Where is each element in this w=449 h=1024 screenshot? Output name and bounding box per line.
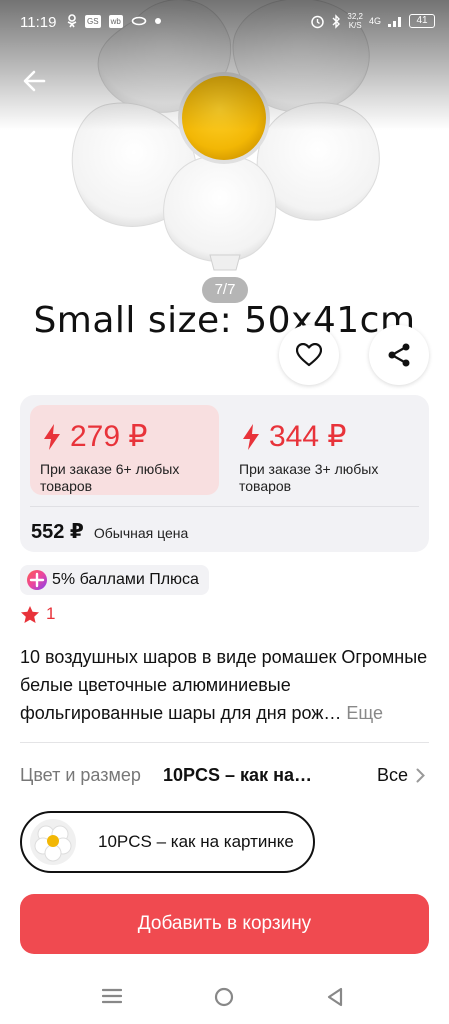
variant-option-chip[interactable]: 10PCS – как на картинке [20,811,315,873]
show-more-link[interactable]: Еще [346,703,383,723]
regular-price-value: 552 ₽ [31,521,84,543]
variant-option-label: 10PCS – как на картинке [98,832,294,851]
lightning-icon [243,423,259,450]
daisy-thumbnail-icon [34,825,72,862]
tier-condition: При заказе 6+ любых товаров [40,461,180,494]
menu-icon[interactable] [102,987,122,1005]
add-to-cart-button[interactable]: Добавить в корзину [20,894,429,954]
star-icon [21,605,39,623]
price-card: 279 ₽ При заказе 6+ любых товаров 344 ₽ … [20,395,429,552]
variant-label: Цвет и размер [20,765,141,785]
chevron-right-icon [416,768,425,783]
plus-cashback-label: 5% баллами Плюса [52,571,199,588]
variant-selector-row[interactable]: Цвет и размер 10PCS – как на… Все [20,763,429,791]
battery-icon: 41 [409,14,435,28]
tier-price: 344 ₽ [269,420,347,453]
plus-cashback-badge[interactable]: 5% баллами Плюса [20,565,209,595]
plus-logo-icon [27,570,47,590]
regular-price: 552 ₽ Обычная цена [31,519,188,544]
product-title: 10 воздушных шаров в виде ромашек Огромн… [20,643,435,727]
ok-icon [67,14,77,28]
favorite-button[interactable] [279,325,339,385]
divider [20,742,429,743]
ring-icon [131,16,147,26]
lightning-icon [44,423,60,450]
back-arrow-icon[interactable] [20,66,50,96]
network-type: 4G [368,16,381,26]
rating[interactable]: 1 [20,604,55,624]
bluetooth-icon [332,13,341,29]
price-tier-3plus[interactable]: 344 ₽ При заказе 3+ любых товаров [229,405,418,495]
variant-all-label: Все [376,765,408,785]
notification-dot-icon [154,18,161,24]
signal-icon [388,16,401,27]
tier-price: 279 ₽ [70,420,148,453]
status-bar: 11:19 GS wb 32,2 K/S 4G 41 [0,0,449,44]
status-left-icons: GS wb [67,14,161,28]
gs-app-icon: GS [85,14,101,28]
tier-condition: При заказе 3+ любых товаров [239,461,379,494]
variant-thumbnail [30,819,76,865]
divider [30,506,419,507]
network-speed: 32,2 K/S [347,12,363,30]
variant-all-link[interactable]: Все [377,765,425,786]
alarm-icon [311,15,325,28]
price-tier-6plus[interactable]: 279 ₽ При заказе 6+ любых товаров [30,405,219,495]
back-triangle-icon[interactable] [326,987,344,1007]
system-nav-bar [0,975,449,1024]
status-time: 11:19 [20,14,57,31]
share-button[interactable] [369,325,429,385]
share-icon [388,343,410,367]
status-right-icons: 32,2 K/S 4G 41 [310,12,435,30]
product-image-gallery[interactable]: 7/7 Small size: 50x41cm [0,0,449,385]
review-count: 1 [46,604,56,623]
heart-icon [296,343,322,367]
wb-app-icon: wb [108,14,123,28]
variant-selected-value: 10PCS – как на… [163,765,312,785]
regular-price-label: Обычная цена [93,525,189,541]
home-icon[interactable] [214,987,234,1007]
